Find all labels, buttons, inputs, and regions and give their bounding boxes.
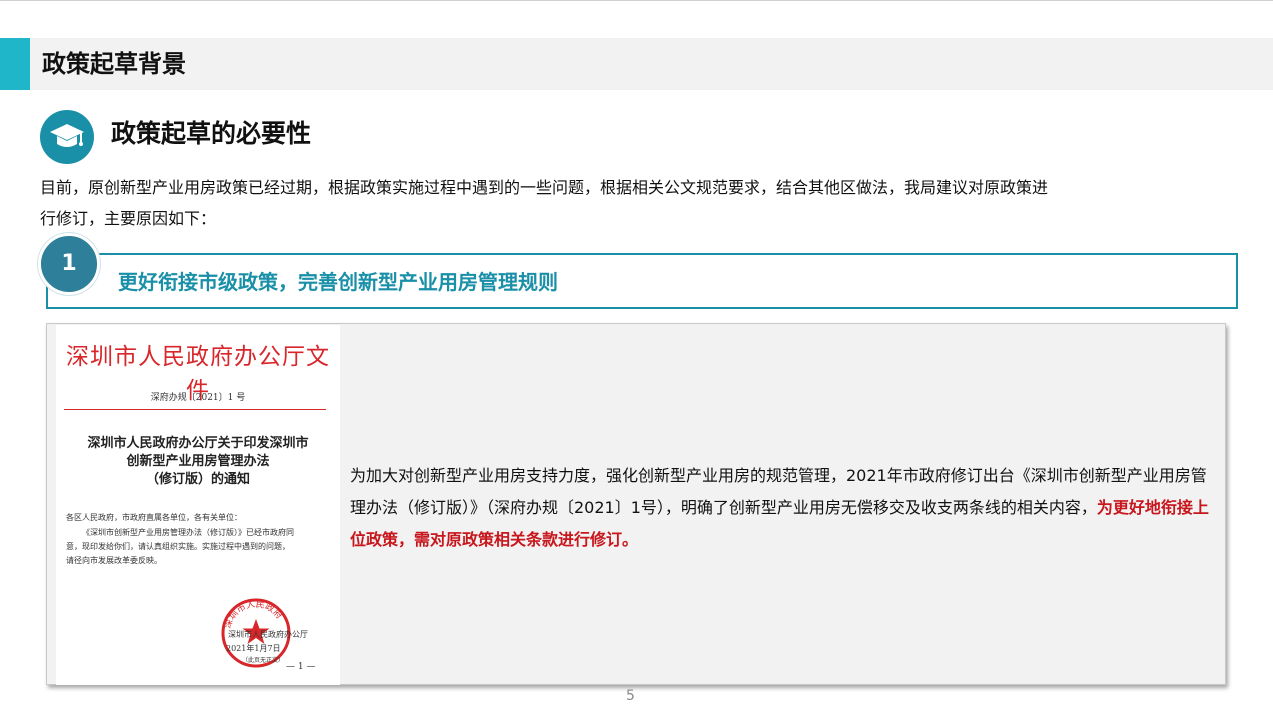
document-body-line: 《深圳市创新型产业用房管理办法（修订版）》已经市政府同 xyxy=(82,528,294,537)
document-title-line: 创新型产业用房管理办法 xyxy=(126,454,270,469)
document-page-number: — 1 — xyxy=(286,662,316,672)
document-body-line: 意，现印发给你们，请认真组织实施。实施过程中遇到的问题， xyxy=(66,542,290,551)
document-red-rule xyxy=(64,409,326,410)
document-signature-note: （此页无正文） xyxy=(242,657,285,664)
intro-paragraph: 目前，原创新型产业用房政策已经过期，根据政策实施过程中遇到的一些问题，根据相关公… xyxy=(40,172,1230,234)
document-body-line: 请径向市发展改革委反映。 xyxy=(66,556,162,565)
header-bar xyxy=(0,38,1273,90)
document-image: 深圳市人民政府办公厅文件 深府办规〔2021〕1 号 深圳市人民政府办公厅关于印… xyxy=(56,325,340,685)
document-signature-dept: 深圳市人民政府办公厅 xyxy=(228,630,308,639)
panel-paragraph: 为加大对创新型产业用房支持力度，强化创新型产业用房的规范管理，2021年市政府修… xyxy=(350,460,1212,556)
document-body: 《深圳市创新型产业用房管理办法（修订版）》已经市政府同 意，现印发给你们，请认真… xyxy=(66,526,316,568)
slide-page-number: 5 xyxy=(626,688,635,704)
intro-line: 目前，原创新型产业用房政策已经过期，根据政策实施过程中遇到的一些问题，根据相关公… xyxy=(40,178,1049,197)
top-rule xyxy=(0,0,1273,1)
section-icon-badge xyxy=(40,110,94,164)
header-accent xyxy=(0,38,30,90)
document-title-line: （修订版）的通知 xyxy=(145,472,250,487)
document-addressee: 各区人民政府，市政府直属各单位，各有关单位： xyxy=(66,513,242,522)
item-number-badge: 1 xyxy=(38,233,100,295)
item-title: 更好衔接市级政策，完善创新型产业用房管理规则 xyxy=(118,270,558,294)
document-number: 深府办规〔2021〕1 号 xyxy=(150,393,246,403)
document-signature-date: 2021年1月7日 xyxy=(226,644,281,653)
panel-text-normal: 为加大对创新型产业用房支持力度，强化创新型产业用房的规范管理，2021年市政府修… xyxy=(350,466,1207,517)
document-title: 深圳市人民政府办公厅关于印发深圳市 创新型产业用房管理办法 （修订版）的通知 xyxy=(56,435,340,489)
page-title: 政策起草背景 xyxy=(42,50,186,78)
graduation-cap-icon xyxy=(50,124,84,147)
section-title: 政策起草的必要性 xyxy=(111,119,312,148)
intro-line: 行修订，主要原因如下： xyxy=(40,209,217,228)
document-title-line: 深圳市人民政府办公厅关于印发深圳市 xyxy=(87,436,309,451)
